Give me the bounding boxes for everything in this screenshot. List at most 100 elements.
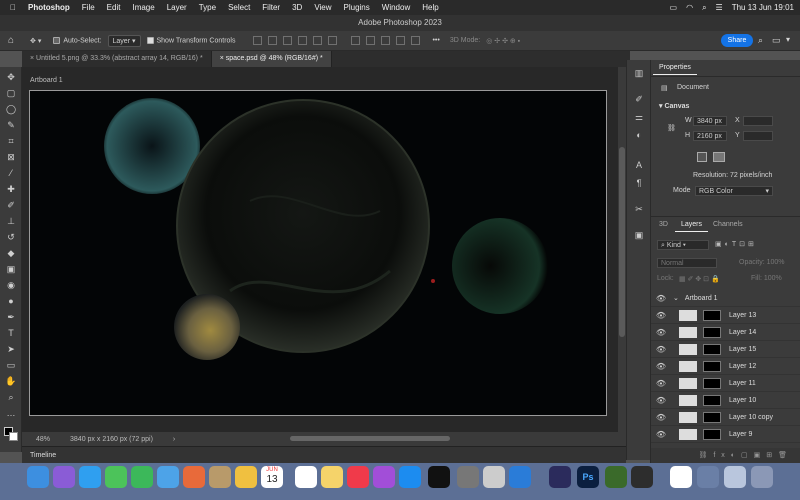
align-middle-icon[interactable] [313, 36, 323, 45]
podcasts-icon[interactable] [373, 466, 395, 488]
brush-settings-icon[interactable]: ✐ [633, 94, 645, 106]
document-dimensions[interactable]: 3840 px x 2160 px (72 ppi) [70, 436, 153, 443]
artboard-tool-icon[interactable]: ▢ [5, 87, 17, 99]
tab-layers[interactable]: Layers [675, 218, 709, 232]
rectangle-tool-icon[interactable]: ▭ [5, 359, 17, 371]
layer-mask-thumbnail[interactable] [703, 343, 721, 355]
artboard-label[interactable]: Artboard 1 [30, 77, 63, 84]
menu-image[interactable]: Image [132, 3, 154, 12]
android-studio-icon[interactable] [605, 466, 627, 488]
canvas-section[interactable]: ▾ Canvas [659, 102, 689, 110]
layer-mask-thumbnail[interactable] [703, 377, 721, 389]
menu-help[interactable]: Help [422, 3, 438, 12]
menu-window[interactable]: Window [382, 3, 410, 12]
link-icon[interactable]: ⛓ [667, 124, 676, 132]
apple-tv-icon[interactable] [428, 466, 450, 488]
align-bottom-icon[interactable] [328, 36, 338, 45]
lasso-tool-icon[interactable]: ◯ [5, 103, 17, 115]
frame-tool-icon[interactable]: ⊠ [5, 151, 17, 163]
align-center-icon[interactable] [268, 36, 278, 45]
adjustments-icon[interactable]: ⚌ [633, 112, 645, 124]
menu-type[interactable]: Type [199, 3, 216, 12]
visibility-eye-icon[interactable]: 👁 [653, 345, 669, 354]
maps-icon[interactable] [183, 466, 205, 488]
layer-mask-thumbnail[interactable] [703, 428, 721, 440]
align-left-icon[interactable] [253, 36, 263, 45]
visibility-eye-icon[interactable]: 👁 [653, 379, 669, 388]
search-ps-icon[interactable]: ⌕ [758, 35, 763, 46]
photos-icon[interactable] [235, 466, 257, 488]
visibility-eye-icon[interactable]: 👁 [653, 362, 669, 371]
visibility-eye-icon[interactable]: 👁 [653, 413, 669, 422]
history-icon[interactable]: ▥ [633, 68, 645, 80]
launchpad-icon[interactable] [53, 466, 75, 488]
height-field[interactable]: 2160 px [693, 131, 727, 141]
layer-row[interactable]: 👁 Layer 12 [651, 358, 800, 375]
photoshop-app-icon[interactable]: Ps [577, 466, 599, 488]
share-button[interactable]: Share [721, 34, 753, 47]
fill-field[interactable]: Fill: 100% [751, 275, 782, 282]
mode-dropdown[interactable]: RGB Color ▾ [695, 186, 773, 196]
gradient-tool-icon[interactable]: ▣ [5, 263, 17, 275]
menu-3d[interactable]: 3D [292, 3, 302, 12]
layer-mask-thumbnail[interactable] [703, 411, 721, 423]
landscape-orientation-icon[interactable] [713, 152, 725, 162]
distribute-icon[interactable] [351, 36, 361, 45]
align-right-icon[interactable] [283, 36, 293, 45]
tab-properties[interactable]: Properties [653, 61, 697, 75]
portrait-orientation-icon[interactable] [697, 152, 707, 162]
x-field[interactable] [743, 116, 773, 126]
status-arrow-icon[interactable]: › [173, 436, 175, 443]
layer-row[interactable]: 👁 Layer 13 [651, 307, 800, 324]
healing-brush-icon[interactable]: ✚ [5, 183, 17, 195]
visibility-eye-icon[interactable]: 👁 [653, 328, 669, 337]
expand-chevron-icon[interactable]: ⌄ [673, 294, 679, 302]
messages-icon[interactable] [105, 466, 127, 488]
visibility-eye-icon[interactable]: 👁 [653, 396, 669, 405]
affinity-icon[interactable] [549, 466, 571, 488]
visibility-eye-icon[interactable]: 👁 [653, 430, 669, 439]
auto-select-dropdown[interactable]: Layer ▾ [107, 34, 141, 47]
recent-folder-icon[interactable] [724, 466, 746, 488]
menu-filter[interactable]: Filter [262, 3, 280, 12]
background-color-swatch[interactable] [9, 432, 18, 441]
path-select-icon[interactable]: ➤ [5, 343, 17, 355]
search-icon[interactable]: ⌕ [702, 3, 706, 13]
styles-icon[interactable]: ◐ [633, 130, 645, 142]
filter-icons[interactable]: ▣◐T⊡⊞ [715, 240, 757, 248]
horizontal-scrollbar[interactable] [290, 436, 450, 441]
notes-app-icon[interactable] [209, 466, 231, 488]
artboard-canvas[interactable] [29, 90, 607, 416]
menu-view[interactable]: View [314, 3, 331, 12]
layer-row[interactable]: 👁 Layer 9 [651, 426, 800, 443]
eraser-icon[interactable]: ◆ [5, 247, 17, 259]
3d-orbit-icon[interactable]: ◎ ✢ ✣ ⊕ ▪ [486, 37, 520, 45]
navigator-icon[interactable]: ▣ [633, 230, 645, 242]
layer-mask-thumbnail[interactable] [703, 360, 721, 372]
preview-icon[interactable] [483, 466, 505, 488]
distribute-h-icon[interactable] [381, 36, 391, 45]
distribute-v-icon[interactable] [366, 36, 376, 45]
layer-row[interactable]: 👁 Layer 10 [651, 392, 800, 409]
clone-stamp-icon[interactable]: ⊥ [5, 215, 17, 227]
pen-tool-icon[interactable]: ✒ [5, 311, 17, 323]
menu-layer[interactable]: Layer [167, 3, 187, 12]
home-icon[interactable]: ⌂ [8, 35, 14, 46]
finder-icon[interactable] [27, 466, 49, 488]
layer-filter-kind[interactable]: ⌕ Kind ▾ [657, 240, 709, 250]
move-tool-icon[interactable]: ✥ [5, 71, 17, 83]
layers-footer-icons[interactable]: ⛓fx◐▢▣⊞🗑 [651, 448, 800, 463]
auto-select-checkbox[interactable]: Auto-Select: [53, 36, 102, 44]
timeline-panel-tab[interactable]: Timeline [22, 446, 626, 463]
align-options-icon[interactable] [411, 36, 421, 45]
eyedropper-icon[interactable]: ⁄ [5, 167, 17, 179]
hand-tool-icon[interactable]: ✋ [5, 375, 17, 387]
apple-menu-icon[interactable]:  [10, 3, 16, 12]
paragraph-icon[interactable]: ¶ [633, 178, 645, 190]
workspace-icon[interactable]: ▭ [772, 35, 781, 46]
reminders-icon[interactable] [295, 466, 317, 488]
crop-tool-icon[interactable]: ⌗ [5, 135, 17, 147]
layer-group-artboard[interactable]: 👁 ⌄ Artboard 1 [651, 290, 800, 307]
quick-select-icon[interactable]: ✎ [5, 119, 17, 131]
layer-mask-thumbnail[interactable] [703, 309, 721, 321]
